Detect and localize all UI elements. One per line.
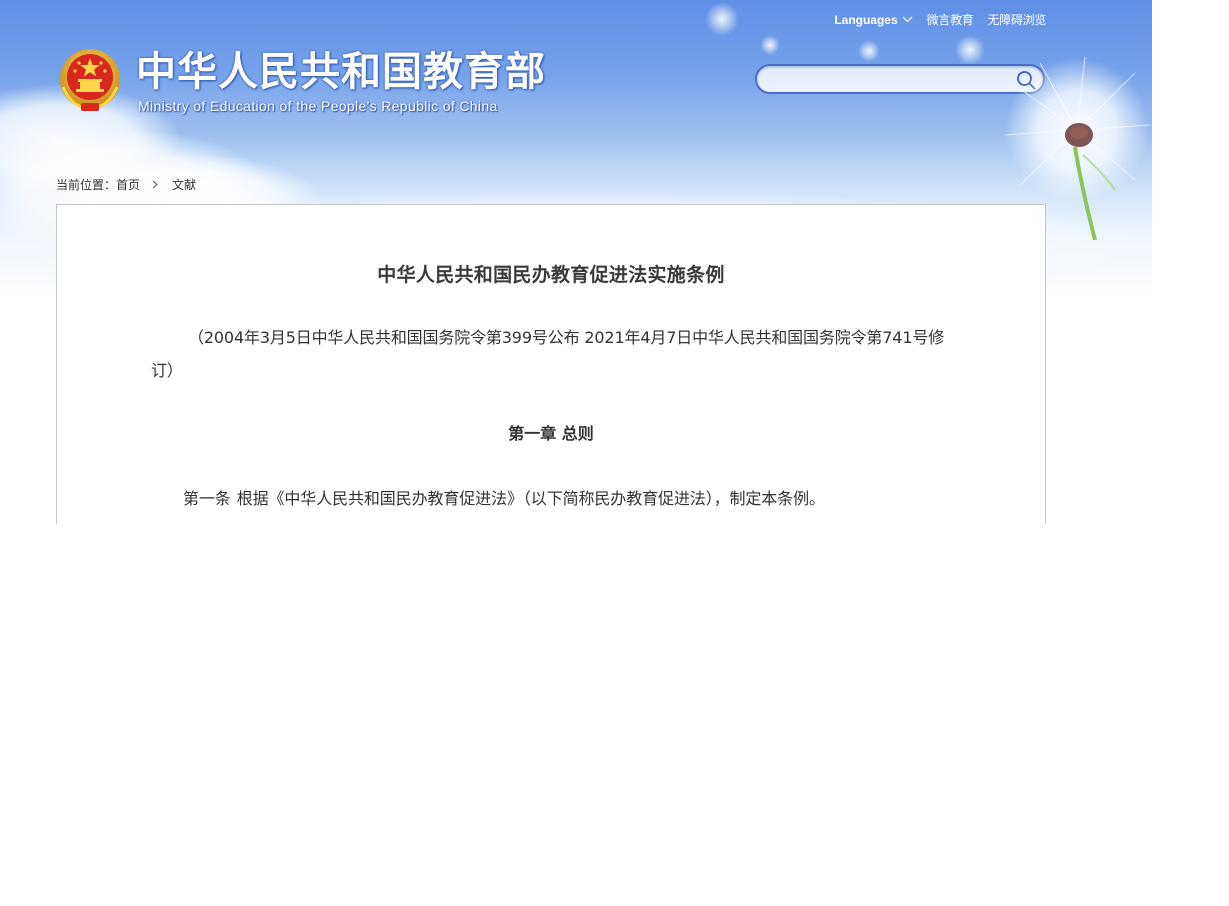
languages-dropdown[interactable]: Languages: [834, 12, 913, 27]
article-number: 第一条: [183, 489, 231, 508]
document-revision-note: （2004年3月5日中华人民共和国国务院令第399号公布 2021年4月7日中华…: [151, 328, 945, 380]
accessibility-link[interactable]: 无障碍浏览: [987, 11, 1046, 28]
page: Languages 微言教育 无障碍浏览 中华人民共和国教育部 Ministry…: [0, 0, 1229, 906]
document-title: 中华人民共和国民办教育促进法实施条例: [377, 264, 725, 286]
languages-label: Languages: [834, 12, 898, 27]
chapter-heading: 第一章 总则: [508, 424, 594, 443]
chevron-right-icon: [152, 180, 158, 189]
chevron-down-icon: [902, 16, 913, 23]
site-title[interactable]: 中华人民共和国教育部: [136, 48, 546, 96]
site-subtitle: Ministry of Education of the People's Re…: [138, 98, 498, 114]
breadcrumb-documents[interactable]: 文献: [172, 176, 196, 193]
national-emblem-icon: [60, 49, 120, 111]
breadcrumb-home[interactable]: 首页: [116, 176, 140, 193]
breadcrumb: 当前位置： 首页 文献: [56, 176, 196, 193]
article-paragraph: 第一条 根据《中华人民共和国民办教育促进法》（以下简称民办教育促进法），制定本条例…: [183, 485, 825, 509]
breadcrumb-prefix: 当前位置：: [56, 178, 117, 192]
search-input[interactable]: [769, 69, 1013, 91]
weiyan-education-link[interactable]: 微言教育: [927, 11, 974, 28]
article-text: 根据《中华人民共和国民办教育促进法》（以下简称民办教育促进法），制定本条例。: [236, 489, 825, 508]
top-links: Languages 微言教育 无障碍浏览: [834, 11, 1046, 28]
article-container: 中华人民共和国民办教育促进法实施条例 （2004年3月5日中华人民共和国国务院令…: [56, 204, 1046, 524]
